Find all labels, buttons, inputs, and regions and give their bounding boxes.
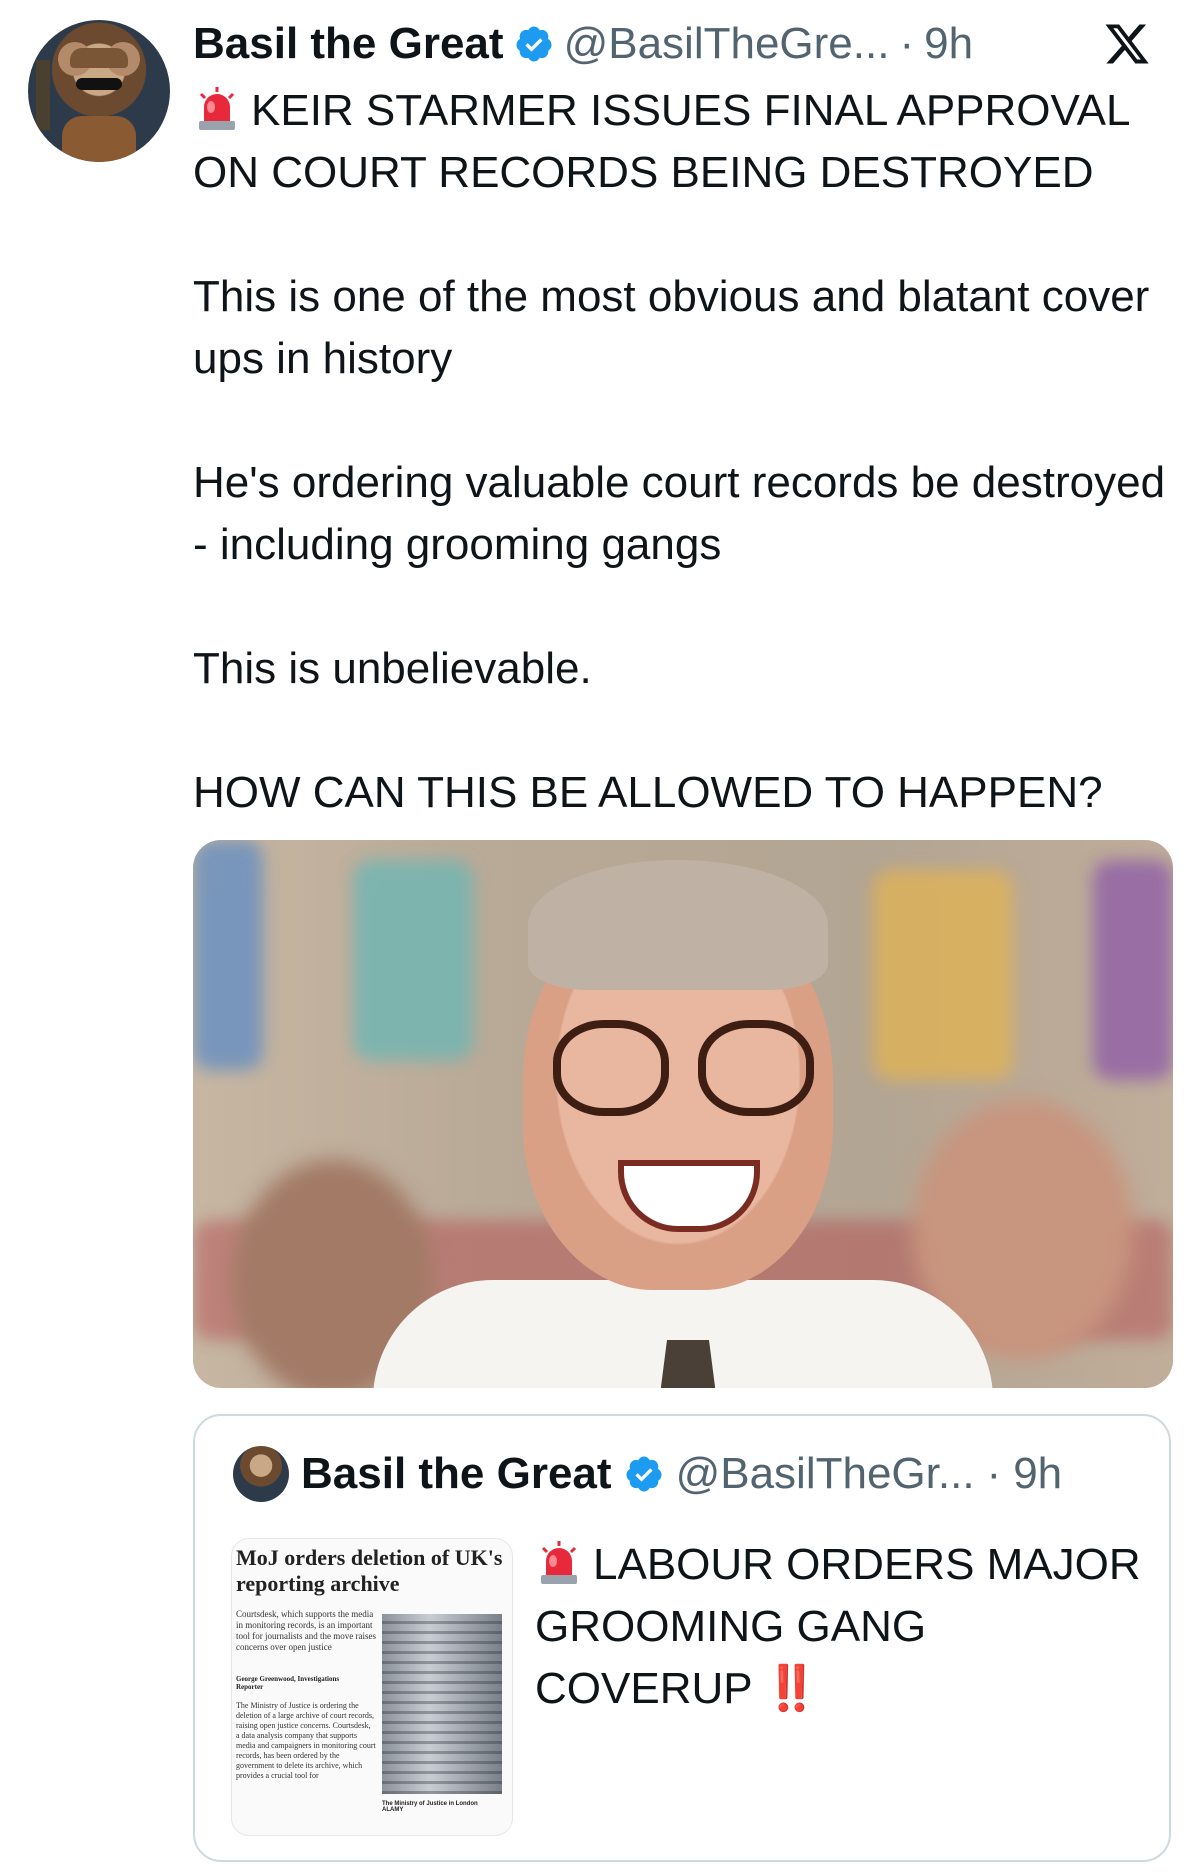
background-banner-purple <box>1093 860 1173 1080</box>
quoted-headline: LABOUR ORDERS MAJOR GROOMING GANG COVERU… <box>535 1540 1141 1713</box>
tweet-paragraph: He's ordering valuable court records be … <box>193 458 1166 569</box>
background-banner-blue <box>193 840 263 1070</box>
tweet-headline: KEIR STARMER ISSUES FINAL APPROVAL ON CO… <box>193 86 1129 197</box>
author-avatar[interactable] <box>28 20 170 162</box>
tweet-headline-line: KEIR STARMER ISSUES FINAL APPROVAL ON CO… <box>193 80 1173 204</box>
article-byline: George Greenwood, Investigations Reporte… <box>236 1675 340 1691</box>
article-headline: MoJ orders deletion of UK's reporting ar… <box>236 1545 503 1596</box>
quoted-author-handle[interactable]: @BasilTheGr... <box>676 1446 975 1502</box>
article-paragraph: The Ministry of Justice is ordering the … <box>236 1701 376 1780</box>
ministry-building-photo <box>382 1614 502 1794</box>
tweet-body: KEIR STARMER ISSUES FINAL APPROVAL ON CO… <box>193 80 1173 824</box>
quoted-tweet[interactable]: Basil the Great @BasilTheGr... · 9h MoJ … <box>193 1414 1171 1862</box>
background-banner-teal <box>353 860 473 1060</box>
background-banner-gold <box>873 870 1013 1080</box>
tweet-paragraph: HOW CAN THIS BE ALLOWED TO HAPPEN? <box>193 768 1103 817</box>
tweet-paragraph: This is unbelievable. <box>193 644 592 693</box>
quoted-author-avatar[interactable] <box>233 1446 289 1502</box>
tweet-paragraph: This is one of the most obvious and blat… <box>193 272 1150 383</box>
quoted-author-name[interactable]: Basil the Great <box>301 1446 612 1502</box>
quoted-tweet-text: LABOUR ORDERS MAJOR GROOMING GANG COVERU… <box>535 1534 1145 1720</box>
separator-dot: · <box>899 19 915 68</box>
quoted-tweet-header: Basil the Great @BasilTheGr... · 9h <box>233 1446 1062 1502</box>
verified-badge-icon <box>516 26 552 62</box>
article-standfirst: Courtsdesk, which supports the media in … <box>236 1609 376 1652</box>
author-handle[interactable]: @BasilTheGre... <box>564 16 890 72</box>
photo-credit: ALAMY <box>382 1807 404 1813</box>
post-time[interactable]: 9h <box>924 16 973 72</box>
grey-hair <box>528 860 828 990</box>
photo-caption: The Ministry of Justice in London ALAMY <box>382 1801 506 1813</box>
siren-emoji-icon <box>199 87 235 130</box>
avatar-coat <box>62 116 136 162</box>
verified-badge-icon <box>626 1456 662 1492</box>
separator-dot: · <box>986 1449 1002 1498</box>
author-name[interactable]: Basil the Great <box>193 16 504 72</box>
glasses-right-lens <box>698 1020 814 1116</box>
siren-emoji-icon <box>541 1541 577 1584</box>
avatar-sunglasses <box>76 78 122 90</box>
avatar-hat <box>70 48 128 68</box>
tie <box>658 1340 718 1388</box>
x-logo-icon[interactable] <box>1103 20 1151 68</box>
quoted-post-time[interactable]: 9h <box>1013 1446 1062 1502</box>
tweet: Basil the Great @BasilTheGre... · 9h KEI… <box>0 0 1189 1875</box>
big-ben-decoration <box>36 60 50 130</box>
tweet-photo[interactable] <box>193 840 1173 1388</box>
glasses-left-lens <box>553 1020 669 1116</box>
quoted-article-thumbnail[interactable]: MoJ orders deletion of UK's reporting ar… <box>231 1538 513 1836</box>
tweet-header: Basil the Great @BasilTheGre... · 9h <box>193 16 973 72</box>
double-exclamation-emoji: ‼️ <box>764 1664 819 1713</box>
